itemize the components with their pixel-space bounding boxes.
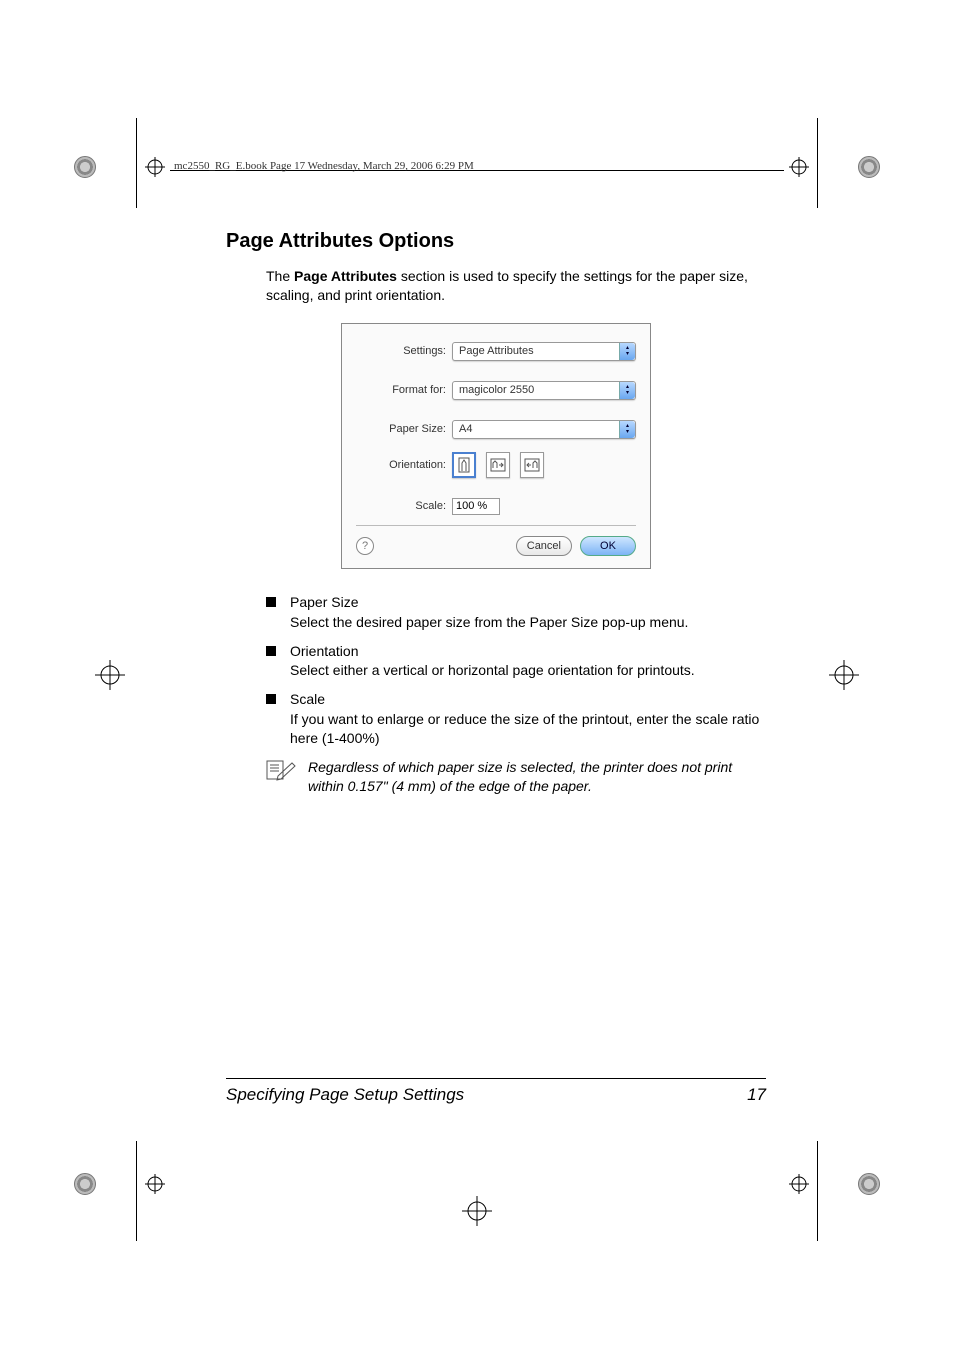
popup-arrows-icon — [619, 343, 635, 360]
registration-mark-icon — [145, 157, 165, 177]
crop-dot — [858, 156, 880, 178]
format-for-popup[interactable]: magicolor 2550 — [452, 381, 636, 400]
scale-label: Scale: — [356, 500, 452, 512]
registration-mark-icon — [789, 157, 809, 177]
list-item: OrientationSelect either a vertical or h… — [266, 642, 766, 681]
crop-line — [136, 1141, 137, 1241]
list-item-title: Scale — [290, 690, 766, 709]
list-item: Scale If you want to enlarge or reduce th… — [266, 690, 766, 748]
dialog-separator — [356, 525, 636, 526]
document-header: mc2550_RG_E.book Page 17 Wednesday, Marc… — [174, 160, 474, 172]
crop-line — [136, 118, 137, 208]
crop-line — [817, 118, 818, 208]
note-icon — [266, 758, 300, 796]
orientation-landscape-right-button[interactable] — [520, 452, 544, 478]
footer-rule — [226, 1078, 766, 1079]
crop-dot — [74, 1173, 96, 1195]
square-bullet-icon — [266, 646, 276, 656]
note-text: Regardless of which paper size is select… — [308, 758, 766, 796]
crop-line — [817, 1141, 818, 1241]
crop-dot — [74, 156, 96, 178]
paper-size-label: Paper Size: — [356, 423, 452, 435]
list-item-desc: Select the desired paper size from the P… — [290, 614, 688, 630]
section-heading: Page Attributes Options — [226, 230, 766, 253]
orientation-landscape-left-button[interactable] — [486, 452, 510, 478]
crop-dot — [858, 1173, 880, 1195]
registration-mark-icon — [462, 1196, 492, 1226]
paper-size-popup[interactable]: A4 — [452, 420, 636, 439]
popup-arrows-icon — [619, 421, 635, 438]
registration-mark-icon — [829, 660, 859, 690]
orientation-label: Orientation: — [356, 459, 452, 471]
intro-paragraph: The Page Attributes section is used to s… — [266, 267, 766, 305]
settings-label: Settings: — [356, 345, 452, 357]
list-item-desc: Select either a vertical or horizontal p… — [290, 662, 695, 678]
options-list: Paper Size Select the desired paper size … — [266, 593, 766, 748]
square-bullet-icon — [266, 694, 276, 704]
registration-mark-icon — [95, 660, 125, 690]
help-button[interactable]: ? — [356, 537, 374, 555]
list-item-title: Orientation — [290, 642, 695, 661]
square-bullet-icon — [266, 597, 276, 607]
ok-button[interactable]: OK — [580, 536, 636, 556]
note-block: Regardless of which paper size is select… — [266, 758, 766, 796]
orientation-portrait-button[interactable] — [452, 452, 476, 478]
list-item-title: Paper Size — [290, 593, 688, 612]
footer-title: Specifying Page Setup Settings — [226, 1085, 464, 1105]
page-setup-dialog: Settings: Page Attributes Format for: ma… — [341, 323, 651, 569]
scale-input[interactable] — [452, 498, 500, 515]
format-for-label: Format for: — [356, 384, 452, 396]
popup-arrows-icon — [619, 382, 635, 399]
footer-page-number: 17 — [747, 1085, 766, 1105]
list-item-desc: If you want to enlarge or reduce the siz… — [290, 711, 759, 746]
registration-mark-icon — [145, 1174, 165, 1194]
cancel-button[interactable]: Cancel — [516, 536, 572, 556]
settings-popup[interactable]: Page Attributes — [452, 342, 636, 361]
list-item: Paper Size Select the desired paper size … — [266, 593, 766, 632]
registration-mark-icon — [789, 1174, 809, 1194]
